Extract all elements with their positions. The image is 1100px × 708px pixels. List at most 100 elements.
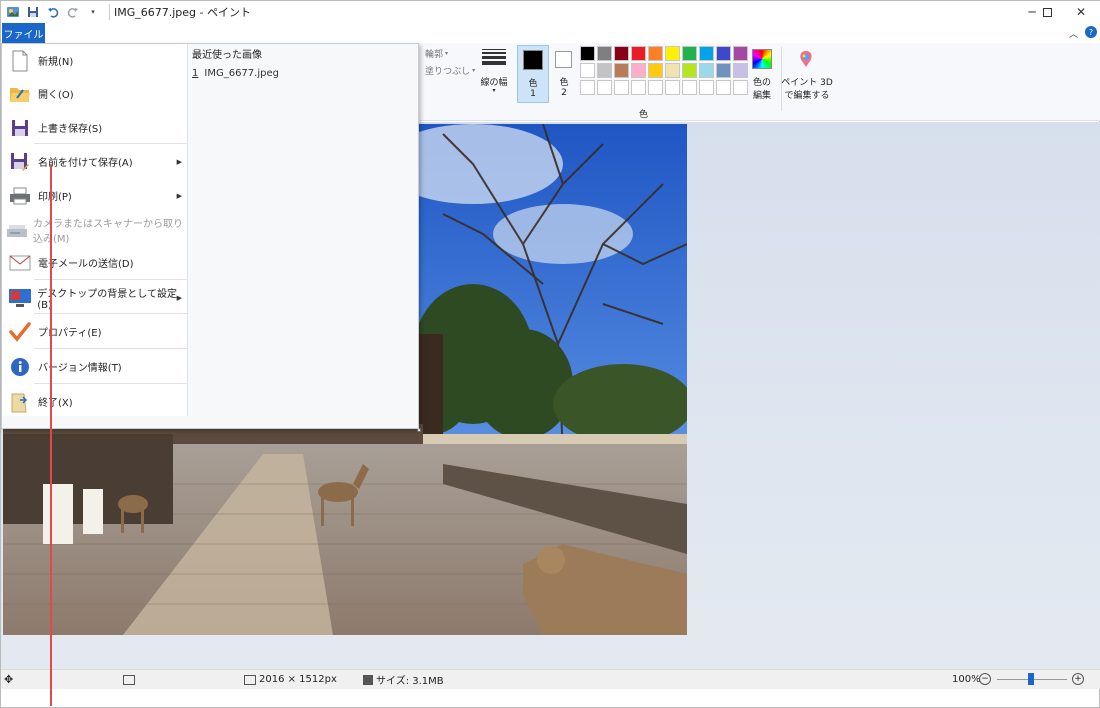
menu-item-label: 開く(O) — [38, 90, 74, 101]
palette-swatch[interactable] — [631, 46, 646, 61]
custom-color-slot[interactable] — [614, 80, 629, 95]
title-bar: ▾ IMG_6677.jpeg - ペイント ─ ✕ — [1, 1, 1100, 23]
collapse-ribbon-icon[interactable]: ︿ — [1069, 27, 1078, 40]
palette-swatch[interactable] — [631, 63, 646, 78]
menu-item[interactable]: 電子メールの送信(D) — [2, 246, 188, 279]
menu-item-label: プロパティ(E) — [38, 328, 102, 339]
custom-color-slot[interactable] — [597, 80, 612, 95]
submenu-arrow-icon: ▶ — [176, 191, 182, 200]
zoom-in-button[interactable]: + — [1072, 673, 1084, 685]
menu-item-label: 印刷(P) — [38, 192, 72, 203]
file-size-icon — [363, 674, 373, 685]
custom-color-slot[interactable] — [580, 80, 595, 95]
file-menu-commands: 新規(N) 開く(O) 上書き保存(S) 名前を付けて保存(A) ▶ 印刷(P) ▶ カメラま… — [2, 44, 188, 416]
paint3d-icon — [796, 49, 816, 69]
scanner-icon — [5, 216, 30, 244]
menu-separator — [34, 383, 188, 384]
menu-separator — [34, 143, 188, 144]
palette-swatch[interactable] — [665, 46, 680, 61]
color2-button[interactable]: 色 2 — [550, 45, 578, 103]
menu-item: カメラまたはスキャナーから取り込み(M) — [2, 213, 188, 246]
zoom-slider-thumb[interactable] — [1028, 673, 1034, 685]
color2-number: 2 — [561, 88, 567, 98]
customize-toolbar-icon[interactable]: ▾ — [85, 4, 101, 20]
menu-item-label: 新規(N) — [38, 57, 74, 68]
palette-swatch[interactable] — [733, 63, 748, 78]
zoom-level: 100% — [952, 674, 981, 685]
custom-color-slot[interactable] — [648, 80, 663, 95]
menu-item-label: 上書き保存(S) — [38, 124, 103, 135]
recent-item-number: 1 — [192, 68, 199, 79]
palette-swatch[interactable] — [665, 63, 680, 78]
color1-number: 1 — [530, 89, 536, 99]
menu-item[interactable]: プロパティ(E) — [2, 315, 188, 348]
recent-item[interactable]: 1 IMG_6677.jpeg — [192, 68, 279, 79]
help-icon[interactable]: ? — [1085, 26, 1097, 38]
menu-separator — [34, 313, 188, 314]
palette-swatch[interactable] — [682, 46, 697, 61]
submenu-arrow-icon: ▶ — [176, 157, 182, 166]
palette-swatch[interactable] — [682, 63, 697, 78]
save-as-icon — [5, 148, 35, 176]
palette-swatch[interactable] — [716, 46, 731, 61]
callout-pointer-line — [50, 165, 52, 706]
custom-color-slot[interactable] — [699, 80, 714, 95]
custom-color-slot[interactable] — [665, 80, 680, 95]
custom-color-slot[interactable] — [631, 80, 646, 95]
file-tab[interactable]: ファイル — [2, 23, 45, 43]
custom-color-slot[interactable] — [682, 80, 697, 95]
desktop-background-icon — [5, 284, 34, 312]
menu-bar: ファイル ︿ ? — [1, 23, 1100, 43]
size-button[interactable]: 線の幅 ▾ — [476, 45, 512, 103]
palette-swatch[interactable] — [699, 63, 714, 78]
exit-icon — [5, 388, 35, 416]
custom-color-slot[interactable] — [733, 80, 748, 95]
menu-item[interactable]: バージョン情報(T) — [2, 350, 188, 383]
paint3d-label-2: で編集する — [784, 91, 830, 101]
edit-colors-label-2: 編集 — [752, 91, 771, 101]
menu-item[interactable]: 終了(X) — [2, 385, 188, 418]
redo-icon[interactable] — [65, 4, 81, 20]
color-wheel-icon — [752, 49, 772, 69]
recent-images-title: 最近使った画像 — [192, 50, 262, 61]
undo-icon[interactable] — [45, 4, 61, 20]
palette-swatch[interactable] — [614, 63, 629, 78]
palette-swatch[interactable] — [614, 46, 629, 61]
menu-item-label: カメラまたはスキャナーから取り込み(M) — [32, 218, 183, 245]
recent-item-name: IMG_6677.jpeg — [204, 68, 279, 79]
menu-item[interactable]: 新規(N) — [2, 44, 188, 77]
palette-swatch[interactable] — [733, 46, 748, 61]
close-button[interactable]: ✕ — [1058, 1, 1100, 23]
palette-swatch[interactable] — [716, 63, 731, 78]
paint-app-icon[interactable] — [5, 4, 21, 20]
move-cursor-icon: ✥ — [4, 673, 14, 686]
menu-item-label: 終了(X) — [38, 398, 73, 409]
color2-swatch — [555, 51, 572, 68]
palette-swatch[interactable] — [648, 63, 663, 78]
checkmark-icon — [5, 318, 35, 346]
email-icon — [5, 249, 35, 277]
palette-swatch[interactable] — [699, 46, 714, 61]
palette-swatch[interactable] — [580, 46, 595, 61]
zoom-out-button[interactable]: − — [979, 673, 991, 685]
color2-label: 色 — [559, 78, 569, 88]
palette-swatch[interactable] — [648, 46, 663, 61]
custom-color-slot[interactable] — [716, 80, 731, 95]
palette-swatch[interactable] — [597, 63, 612, 78]
menu-item[interactable]: 印刷(P) ▶ — [2, 179, 188, 212]
fill-dropdown[interactable]: 塗りつぶし ▾ — [419, 64, 475, 77]
palette-swatch[interactable] — [597, 46, 612, 61]
menu-item[interactable]: デスクトップの背景として設定(B) ▶ — [2, 281, 188, 314]
menu-item[interactable]: 名前を付けて保存(A) ▶ — [2, 145, 188, 178]
line-width-icon — [482, 49, 506, 65]
color1-button[interactable]: 色 1 — [517, 45, 549, 103]
edit-with-paint3d-button[interactable]: ペイント 3D で編集する — [781, 45, 833, 103]
menu-item[interactable]: 開く(O) — [2, 77, 188, 110]
save-icon — [5, 114, 35, 142]
palette-swatch[interactable] — [580, 63, 595, 78]
edit-colors-button[interactable]: 色の 編集 — [748, 45, 776, 103]
paint-window: ▾ IMG_6677.jpeg - ペイント ─ ✕ ファイル ︿ ? 輪郭 ▾ … — [0, 0, 1100, 708]
menu-item[interactable]: 上書き保存(S) — [2, 111, 188, 144]
outline-dropdown[interactable]: 輪郭 ▾ — [419, 47, 448, 60]
save-icon[interactable] — [25, 4, 41, 20]
